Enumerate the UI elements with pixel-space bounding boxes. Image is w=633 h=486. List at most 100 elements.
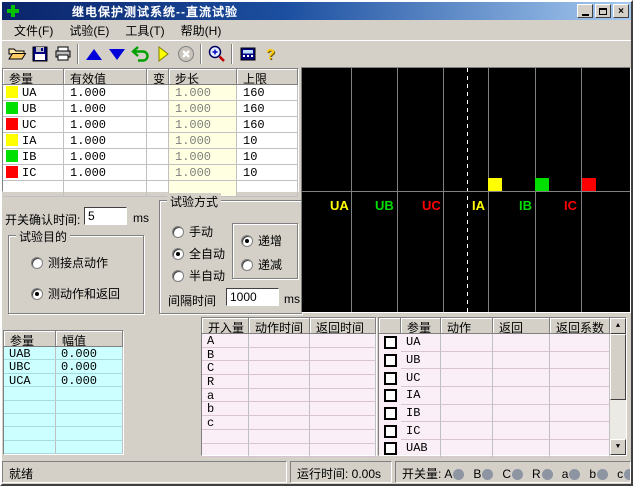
change-cell[interactable] (147, 85, 169, 101)
input-row[interactable]: R (202, 375, 376, 389)
value-cell[interactable]: 1.000 (64, 149, 147, 165)
step-up-button[interactable] (82, 43, 105, 65)
change-cell[interactable] (147, 149, 169, 165)
chart-label-ia: IA (472, 198, 485, 213)
radio-contact-action[interactable]: 测接点动作 (31, 254, 108, 271)
step-cell[interactable]: 1.000 (169, 101, 237, 117)
radio-increase[interactable]: 递增 (241, 232, 282, 249)
empty-row (3, 181, 298, 197)
radio-action-and-return[interactable]: 测动作和返回 (31, 285, 120, 302)
menu-test[interactable]: 试验(E) (61, 20, 117, 41)
test-mode-group: 试验方式 手动 全自动 半自动 递增 递减 间隔时间 ms (159, 200, 302, 314)
switch-led (453, 469, 464, 480)
input-row[interactable]: a (202, 389, 376, 403)
action-row[interactable]: UC (379, 369, 626, 387)
value-cell[interactable]: 1.000 (64, 101, 147, 117)
direction-group: 递增 递减 (232, 223, 298, 279)
interval-input[interactable] (226, 288, 279, 306)
switch-led (597, 469, 608, 480)
row-checkbox[interactable] (384, 354, 397, 367)
value-cell[interactable]: 1.000 (64, 85, 147, 101)
change-cell[interactable] (147, 165, 169, 181)
param-row-uc[interactable]: UC 1.000 1.000 160 (3, 117, 298, 133)
grid-line (443, 68, 444, 312)
chart-label-ua: UA (330, 198, 349, 213)
param-row-ub[interactable]: UB 1.000 1.000 160 (3, 101, 298, 117)
menu-help[interactable]: 帮助(H) (173, 20, 230, 41)
color-swatch (6, 102, 18, 114)
change-cell[interactable] (147, 133, 169, 149)
param-row-ua[interactable]: UA 1.000 1.000 160 (3, 85, 298, 101)
step-down-button[interactable] (105, 43, 128, 65)
limit-cell[interactable]: 10 (237, 133, 298, 149)
start-test-button[interactable] (151, 43, 174, 65)
limit-cell[interactable]: 10 (237, 165, 298, 181)
step-cell[interactable]: 1.000 (169, 165, 237, 181)
chart-label-ic: IC (564, 198, 577, 213)
value-cell[interactable]: 1.000 (64, 165, 147, 181)
action-row[interactable]: UAB (379, 440, 626, 458)
amp-row[interactable]: UAB 0.000 (4, 347, 123, 360)
print-button[interactable] (51, 43, 74, 65)
row-checkbox[interactable] (384, 425, 397, 438)
radio-manual[interactable]: 手动 (172, 223, 213, 240)
row-checkbox[interactable] (384, 336, 397, 349)
step-cell[interactable]: 1.000 (169, 133, 237, 149)
vertical-scrollbar[interactable]: ▲ ▼ (610, 318, 626, 455)
input-row[interactable]: B (202, 348, 376, 362)
amp-row[interactable]: UCA 0.000 (4, 374, 123, 387)
menu-tools[interactable]: 工具(T) (117, 20, 172, 41)
action-row[interactable]: UB (379, 352, 626, 370)
scroll-down-button[interactable]: ▼ (610, 439, 626, 455)
change-cell[interactable] (147, 117, 169, 133)
change-cell[interactable] (147, 101, 169, 117)
switch-item: C (502, 467, 529, 481)
switch-item: R (532, 467, 559, 481)
row-checkbox[interactable] (384, 372, 397, 385)
value-cell[interactable]: 1.000 (64, 133, 147, 149)
scroll-up-button[interactable]: ▲ (610, 318, 626, 334)
param-row-ia[interactable]: IA 1.000 1.000 10 (3, 133, 298, 149)
column-header: 上限 (237, 69, 298, 85)
limit-cell[interactable]: 160 (237, 85, 298, 101)
maximize-button[interactable] (595, 4, 611, 18)
undo-icon (130, 44, 150, 64)
menu-file[interactable]: 文件(F) (6, 20, 61, 41)
action-row[interactable]: IB (379, 405, 626, 423)
row-checkbox[interactable] (384, 407, 397, 420)
param-row-ib[interactable]: IB 1.000 1.000 10 (3, 149, 298, 165)
value-cell[interactable]: 1.000 (64, 117, 147, 133)
minimize-button[interactable] (577, 4, 593, 18)
calculator-button[interactable] (236, 43, 259, 65)
open-file-button[interactable] (5, 43, 28, 65)
action-row[interactable]: IC (379, 422, 626, 440)
radio-full-auto[interactable]: 全自动 (172, 245, 225, 262)
stop-test-button[interactable] (174, 43, 197, 65)
help-button[interactable]: ? (259, 43, 282, 65)
limit-cell[interactable]: 10 (237, 149, 298, 165)
zoom-button[interactable] (205, 43, 228, 65)
amp-row[interactable]: UBC 0.000 (4, 360, 123, 373)
radio-semi-auto[interactable]: 半自动 (172, 267, 225, 284)
action-row[interactable]: IA (379, 387, 626, 405)
column-header: 动作 (441, 318, 493, 334)
row-checkbox[interactable] (384, 389, 397, 402)
scroll-thumb[interactable] (610, 334, 626, 400)
input-row[interactable]: A (202, 334, 376, 348)
save-button[interactable] (28, 43, 51, 65)
limit-cell[interactable]: 160 (237, 101, 298, 117)
step-cell[interactable]: 1.000 (169, 117, 237, 133)
input-row[interactable]: C (202, 361, 376, 375)
step-cell[interactable]: 1.000 (169, 149, 237, 165)
input-row[interactable]: c (202, 416, 376, 430)
action-row[interactable]: UA (379, 334, 626, 352)
limit-cell[interactable]: 160 (237, 117, 298, 133)
close-button[interactable]: × (613, 4, 629, 18)
param-row-ic[interactable]: IC 1.000 1.000 10 (3, 165, 298, 181)
radio-decrease[interactable]: 递减 (241, 256, 282, 273)
row-checkbox[interactable] (384, 442, 397, 455)
confirm-time-input[interactable] (84, 207, 127, 225)
step-cell[interactable]: 1.000 (169, 85, 237, 101)
undo-button[interactable] (128, 43, 151, 65)
input-row[interactable]: b (202, 402, 376, 416)
